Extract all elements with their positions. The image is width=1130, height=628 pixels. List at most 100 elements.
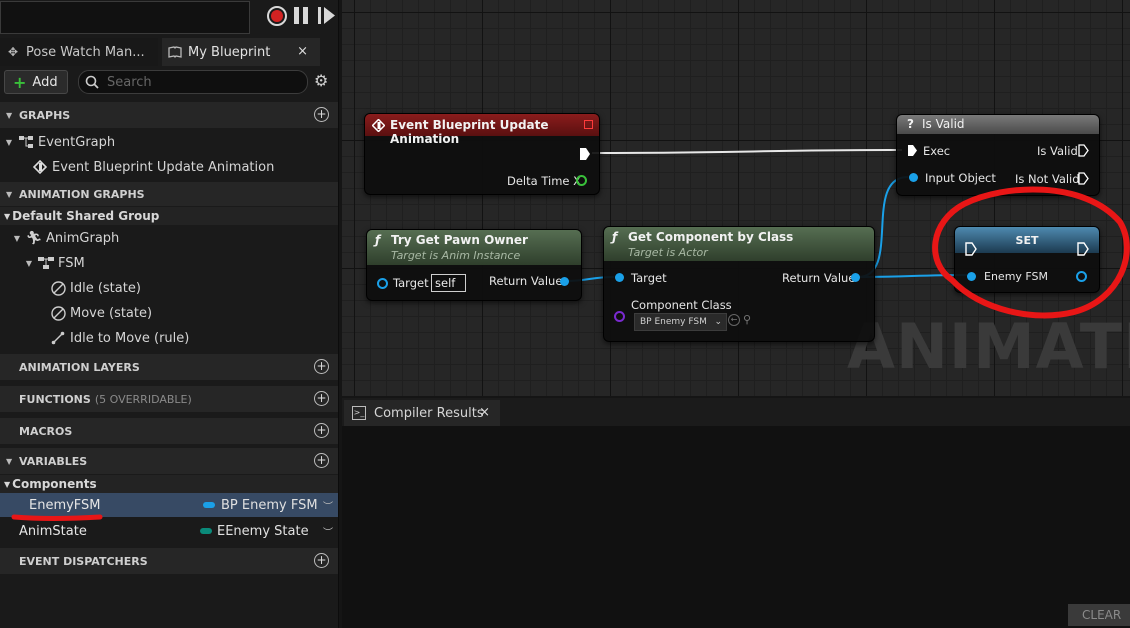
event-diamond-icon	[32, 159, 48, 175]
delta-time-label: Delta Time X	[507, 174, 582, 188]
type-pill-icon	[200, 528, 212, 534]
exec-in-pin-icon[interactable]	[907, 144, 918, 157]
exec-out-pin-icon[interactable]	[1078, 144, 1089, 157]
add-label: Add	[32, 74, 58, 90]
object-pin-icon[interactable]	[377, 278, 388, 289]
node-header: Event Blueprint Update Animation	[365, 114, 599, 146]
target-label: Target	[393, 276, 429, 290]
add-graph-icon[interactable]: +	[314, 107, 329, 122]
tab-label: Pose Watch Man...	[26, 44, 145, 60]
add-function-icon[interactable]: +	[314, 391, 329, 406]
tab-pose-watch-manager[interactable]: ✥ Pose Watch Man...	[0, 38, 158, 66]
collapse-arrow-icon: ▼	[25, 258, 33, 268]
running-man-icon: 🏃︎	[25, 230, 43, 246]
step-icon	[318, 7, 335, 24]
idle-state-label: Idle (state)	[70, 280, 141, 296]
section-title: EVENT DISPATCHERS	[19, 554, 148, 568]
event-label: Event Blueprint Update Animation	[52, 159, 275, 175]
section-graphs[interactable]: ▼ GRAPHS +	[0, 102, 338, 128]
event-graph-label: EventGraph	[38, 134, 116, 150]
section-title: FUNCTIONS	[19, 392, 91, 406]
section-title: GRAPHS	[19, 108, 71, 122]
search-input[interactable]: Search	[78, 70, 308, 94]
type-pill-icon	[203, 502, 215, 508]
object-in-pin-icon[interactable]	[909, 173, 918, 182]
section-event-dispatchers[interactable]: EVENT DISPATCHERS +	[0, 548, 338, 574]
collapse-arrow-icon: ▼	[5, 137, 13, 147]
section-macros[interactable]: MACROS +	[0, 418, 338, 444]
node-try-get-pawn-owner[interactable]: ƒ Try Get Pawn Owner Target is Anim Inst…	[366, 229, 582, 301]
close-tab-icon[interactable]: ×	[479, 405, 490, 420]
exec-out-pin-icon[interactable]	[579, 147, 591, 161]
tree-item-move-state[interactable]: Move (state)	[0, 302, 338, 324]
move-state-label: Move (state)	[70, 305, 153, 321]
node-title: Try Get Pawn Owner	[391, 233, 528, 247]
node-subtitle: Target is Anim Instance	[391, 249, 521, 262]
node-event-bp-update[interactable]: Event Blueprint Update Animation Delta T…	[364, 113, 600, 195]
debug-object-selector[interactable]	[0, 1, 250, 34]
section-animation-graphs[interactable]: ▼ ANIMATION GRAPHS	[0, 182, 338, 206]
is-valid-label: Is Valid	[1037, 144, 1078, 158]
section-animation-layers[interactable]: ANIMATION LAYERS +	[0, 354, 338, 380]
browse-back-icon[interactable]: ←	[728, 314, 740, 326]
tab-compiler-results[interactable]: >_ Compiler Results ×	[344, 400, 500, 426]
tab-label: My Blueprint	[188, 44, 271, 60]
search-icon[interactable]: ⚲	[743, 313, 751, 326]
visibility-eye-icon[interactable]: ︶	[323, 498, 333, 513]
tree-item-fsm[interactable]: ▼ FSM	[0, 252, 338, 274]
tab-my-blueprint[interactable]: My Blueprint ×	[162, 38, 320, 66]
variable-type: EEnemy State	[217, 523, 309, 539]
node-get-component-by-class[interactable]: ƒ Get Component by Class Target is Actor…	[603, 226, 875, 342]
tree-item-idle-state[interactable]: Idle (state)	[0, 277, 338, 299]
record-button[interactable]	[267, 6, 287, 26]
object-out-pin-icon[interactable]	[560, 277, 569, 286]
visibility-eye-icon[interactable]: ︶	[323, 524, 333, 539]
add-dispatcher-icon[interactable]: +	[314, 553, 329, 568]
question-mark-icon: ?	[907, 117, 914, 131]
delegate-pin-icon[interactable]	[584, 120, 593, 129]
node-title: Is Valid	[922, 117, 965, 131]
record-icon	[271, 10, 283, 22]
settings-gear-icon[interactable]: ⚙	[314, 73, 330, 89]
exec-label: Exec	[923, 144, 951, 158]
tree-item-idle-to-move[interactable]: Idle to Move (rule)	[0, 327, 338, 349]
tree-item-event-bp-update[interactable]: Event Blueprint Update Animation	[0, 156, 338, 178]
function-icon: ƒ	[375, 233, 381, 247]
component-class-select[interactable]: BP Enemy FSM ⌄	[634, 313, 727, 331]
rule-label: Idle to Move (rule)	[70, 330, 190, 346]
state-icon	[50, 305, 66, 321]
event-diamond-icon	[372, 119, 385, 132]
category-components[interactable]: ▼ Components	[0, 475, 338, 493]
pause-button[interactable]	[294, 7, 308, 24]
section-variables[interactable]: ▼ VARIABLES +	[0, 448, 338, 474]
tree-item-anim-graph[interactable]: ▼ 🏃︎ AnimGraph	[0, 227, 338, 249]
add-button[interactable]: + Add	[4, 70, 68, 94]
my-blueprint-panel: ✥ Pose Watch Man... My Blueprint × + Add…	[0, 0, 339, 628]
node-header: ƒ Get Component by Class Target is Actor	[604, 227, 874, 261]
node-header: ƒ Try Get Pawn Owner Target is Anim Inst…	[367, 230, 581, 265]
object-out-pin-icon[interactable]	[851, 273, 860, 282]
class-pin-icon[interactable]	[614, 311, 625, 322]
variable-name: AnimState	[19, 523, 87, 539]
object-in-pin-icon[interactable]	[615, 273, 624, 282]
step-button[interactable]	[318, 7, 336, 24]
section-title: VARIABLES	[19, 454, 88, 468]
event-graph-canvas[interactable]: ANIMATION Event Blueprint Update Animati…	[342, 0, 1130, 396]
category-default-shared-group[interactable]: ▼ Default Shared Group	[0, 207, 338, 225]
node-header: ? Is Valid	[897, 115, 1099, 134]
float-pin-icon[interactable]	[576, 175, 587, 186]
section-functions[interactable]: FUNCTIONS (5 OVERRIDABLE) +	[0, 386, 338, 412]
tree-item-event-graph[interactable]: ▼ EventGraph	[0, 131, 338, 153]
add-macro-icon[interactable]: +	[314, 423, 329, 438]
self-input[interactable]: self	[431, 274, 466, 292]
function-icon: ƒ	[612, 230, 618, 244]
clear-button[interactable]: CLEAR	[1068, 604, 1130, 626]
fsm-label: FSM	[58, 255, 85, 271]
plus-icon: +	[13, 72, 27, 92]
collapse-arrow-icon: ▼	[6, 456, 13, 466]
add-variable-icon[interactable]: +	[314, 453, 329, 468]
close-tab-icon[interactable]: ×	[297, 44, 308, 59]
add-layer-icon[interactable]: +	[314, 359, 329, 374]
red-underline-annotation	[11, 514, 103, 521]
component-class-label: Component Class	[631, 298, 732, 312]
